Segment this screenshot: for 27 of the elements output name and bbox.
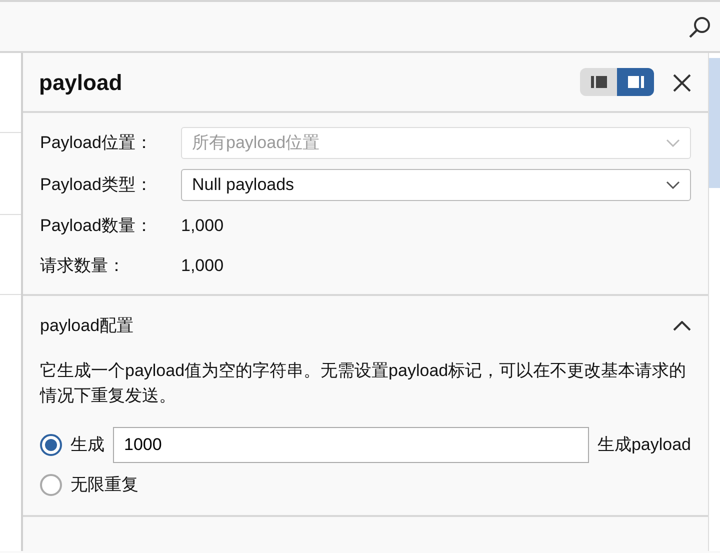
radio-label: 生成 (70, 434, 104, 456)
radio-label: 无限重复 (70, 474, 138, 496)
field-label: Payload类型： (40, 174, 154, 196)
panel-title: payload (39, 68, 122, 97)
suffix-label: 生成payload (597, 434, 691, 456)
field-label: 请求数量： (40, 254, 126, 277)
chevron-down-icon (666, 180, 680, 188)
chevron-up-icon (673, 321, 691, 332)
field-label: Payload数量： (40, 214, 154, 237)
field-value: 1,000 (181, 254, 224, 277)
count-input[interactable]: 1000 (113, 426, 589, 462)
radio-button[interactable] (40, 434, 62, 456)
section-title: payload配置 (40, 314, 134, 337)
radio-button[interactable] (40, 474, 62, 496)
description-text: 它生成一个payload值为空的字符串。无需设置payload标记，可以在不更改基本请求的情况下重复发送。 (40, 360, 688, 407)
chevron-down-icon (666, 138, 680, 146)
dropdown[interactable]: Null payloads (181, 168, 691, 200)
layout-toggle-button[interactable] (617, 68, 654, 96)
field-value: 1,000 (181, 214, 224, 237)
scrollbar-thumb[interactable] (709, 58, 720, 188)
left-layout-icon (590, 75, 608, 89)
close-icon (672, 72, 692, 93)
field-label: Payload位置： (40, 132, 154, 154)
right-layout-icon (626, 75, 644, 89)
dropdown: 所有payload位置 (181, 126, 691, 158)
layout-toggle-button[interactable] (580, 68, 617, 96)
search-icon[interactable] (688, 14, 712, 38)
